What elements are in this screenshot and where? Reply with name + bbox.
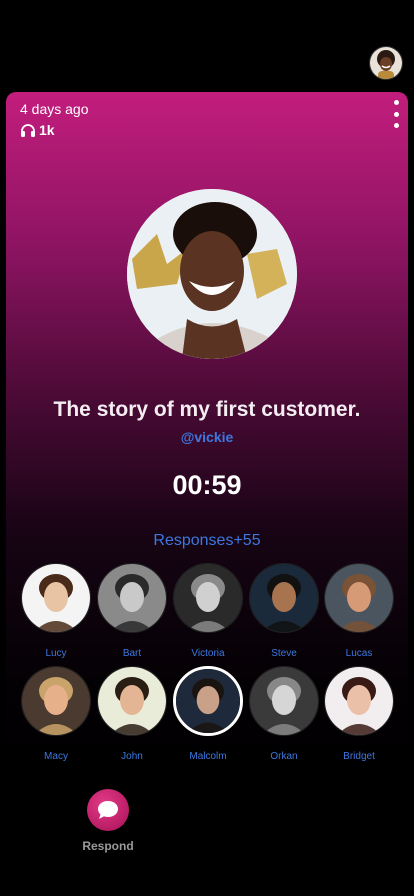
response-name: Lucy — [45, 648, 67, 659]
responses-count[interactable]: Responses+55 — [6, 532, 408, 550]
response-item[interactable]: John — [97, 666, 167, 762]
response-name: Macy — [44, 751, 68, 762]
response-avatar[interactable] — [324, 563, 394, 633]
story-card: 4 days ago 1k The story of my first cust… — [6, 92, 408, 772]
author-handle[interactable]: @vickie — [6, 429, 408, 445]
chat-bubble-icon — [96, 799, 120, 821]
response-name: Victoria — [191, 648, 225, 659]
response-item[interactable]: Lucas — [324, 563, 394, 659]
response-name: Bart — [122, 648, 142, 659]
response-item[interactable]: Orkan — [249, 666, 319, 762]
listen-count-value: 1k — [39, 122, 55, 138]
profile-avatar[interactable] — [369, 46, 403, 80]
response-avatar[interactable] — [173, 666, 243, 736]
response-avatar[interactable] — [324, 666, 394, 736]
response-item[interactable]: Steve — [249, 563, 319, 659]
more-options-icon[interactable] — [390, 100, 402, 128]
story-author-photo — [127, 189, 297, 359]
response-avatar[interactable] — [97, 563, 167, 633]
response-name: Lucas — [345, 648, 373, 659]
respond-button[interactable] — [87, 789, 129, 831]
response-item[interactable]: Lucy — [21, 563, 91, 659]
response-avatar[interactable] — [97, 666, 167, 736]
response-item[interactable]: Bart — [97, 563, 167, 659]
response-name: Malcolm — [189, 751, 227, 762]
response-avatar[interactable] — [249, 666, 319, 736]
response-name: Steve — [271, 648, 297, 659]
story-title: The story of my first customer. — [53, 398, 361, 421]
response-item[interactable]: Victoria — [173, 563, 243, 659]
response-avatar[interactable] — [173, 563, 243, 633]
respond-label: Respond — [82, 839, 134, 853]
headphones-icon — [20, 123, 36, 137]
post-time: 4 days ago — [20, 101, 89, 117]
listen-count: 1k — [20, 122, 55, 138]
response-avatar[interactable] — [249, 563, 319, 633]
response-avatar[interactable] — [21, 666, 91, 736]
duration-timer: 00:59 — [172, 470, 242, 500]
response-item[interactable]: Malcolm — [173, 666, 243, 762]
response-item[interactable]: Macy — [21, 666, 91, 762]
response-name: Bridget — [343, 751, 375, 762]
response-item[interactable]: Bridget — [324, 666, 394, 762]
response-avatar[interactable] — [21, 563, 91, 633]
response-name: John — [121, 751, 143, 762]
response-name: Orkan — [270, 751, 298, 762]
